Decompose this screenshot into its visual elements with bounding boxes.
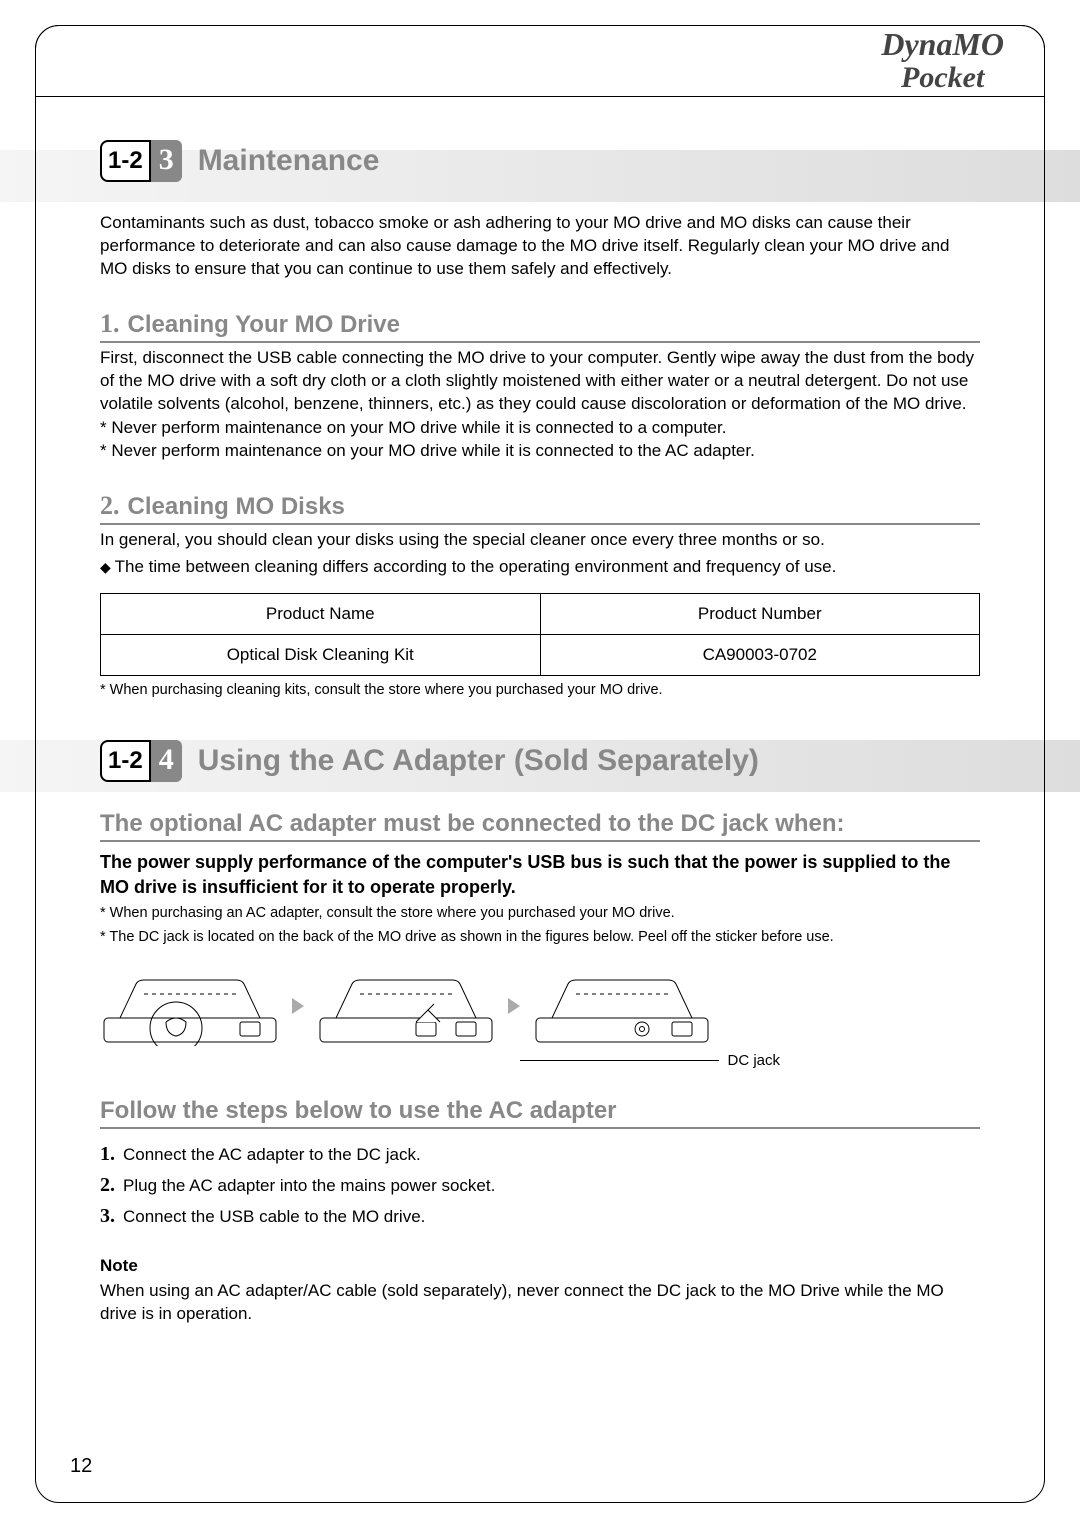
brand-name-bottom: Pocket	[881, 62, 1004, 94]
bold-paragraph: The power supply performance of the comp…	[100, 850, 980, 899]
step-item: 2. Plug the AC adapter into the mains po…	[100, 1170, 980, 1201]
subsection-title: Cleaning Your MO Drive	[128, 311, 401, 339]
subsection-number: 1.	[100, 309, 120, 339]
leader-line	[520, 1060, 719, 1061]
note-line: * Never perform maintenance on your MO d…	[100, 416, 980, 440]
subsection-heading: 1. Cleaning Your MO Drive	[100, 309, 980, 343]
table-cell: CA90003-0702	[540, 635, 980, 676]
subsection-title: Cleaning MO Disks	[128, 493, 345, 521]
step-item: 1. Connect the AC adapter to the DC jack…	[100, 1139, 980, 1170]
chapter-badge: 1-2	[100, 740, 151, 782]
step-number: 3.	[100, 1205, 115, 1228]
step-item: 3. Connect the USB cable to the MO drive…	[100, 1201, 980, 1232]
bullet-note: The time between cleaning differs accord…	[100, 556, 980, 579]
note-title: Note	[100, 1256, 980, 1276]
table-row: Optical Disk Cleaning Kit CA90003-0702	[101, 635, 980, 676]
subheading: The optional AC adapter must be connecte…	[100, 810, 980, 842]
step-number: 1.	[100, 1143, 115, 1166]
device-figure-2	[316, 966, 496, 1046]
subsection-body: First, disconnect the USB cable connecti…	[100, 347, 980, 416]
device-figure-3	[532, 966, 712, 1046]
arrow-right-icon	[292, 998, 304, 1014]
page-content: 1-2 3 Maintenance Contaminants such as d…	[100, 120, 980, 1325]
step-number: 2.	[100, 1174, 115, 1197]
step-text: Connect the USB cable to the MO drive.	[123, 1207, 425, 1227]
arrow-right-icon	[508, 998, 520, 1014]
device-diagram-row	[100, 966, 980, 1046]
section-number-badge: 4	[151, 740, 182, 782]
intro-paragraph: Contaminants such as dust, tobacco smoke…	[100, 212, 980, 281]
section-badge: 1-2 3	[100, 140, 182, 182]
brand-block: DynaMO Pocket	[881, 28, 1004, 93]
section-number-badge: 3	[151, 140, 182, 182]
dc-jack-label: DC jack	[727, 1052, 780, 1069]
brand-name-top: DynaMO	[881, 28, 1004, 62]
chapter-badge: 1-2	[100, 140, 151, 182]
device-figure-1	[100, 966, 280, 1046]
page-header: DynaMO Pocket	[35, 25, 1045, 97]
table-row: Product Name Product Number	[101, 594, 980, 635]
section-badge: 1-2 4	[100, 740, 182, 782]
table-footnote: * When purchasing cleaning kits, consult…	[100, 680, 980, 700]
subsection-number: 2.	[100, 491, 120, 521]
product-table: Product Name Product Number Optical Disk…	[100, 593, 980, 676]
table-header-cell: Product Number	[540, 594, 980, 635]
note-body: When using an AC adapter/AC cable (sold …	[100, 1280, 980, 1326]
step-text: Plug the AC adapter into the mains power…	[123, 1176, 495, 1196]
subsection-body: In general, you should clean your disks …	[100, 529, 980, 552]
dc-jack-label-row: DC jack	[520, 1052, 780, 1069]
table-header-cell: Product Name	[101, 594, 541, 635]
page-number: 12	[70, 1455, 92, 1478]
steps-list: 1. Connect the AC adapter to the DC jack…	[100, 1139, 980, 1232]
note-line: * Never perform maintenance on your MO d…	[100, 439, 980, 463]
section-header: 1-2 3 Maintenance	[100, 140, 980, 182]
subheading: Follow the steps below to use the AC ada…	[100, 1097, 980, 1129]
section-header: 1-2 4 Using the AC Adapter (Sold Separat…	[100, 740, 980, 782]
footnote-line: * When purchasing an AC adapter, consult…	[100, 903, 980, 923]
footnote-line: * The DC jack is located on the back of …	[100, 927, 980, 947]
section-title: Using the AC Adapter (Sold Separately)	[198, 744, 759, 778]
step-text: Connect the AC adapter to the DC jack.	[123, 1145, 421, 1165]
section-title: Maintenance	[198, 144, 380, 178]
subsection-heading: 2. Cleaning MO Disks	[100, 491, 980, 525]
table-cell: Optical Disk Cleaning Kit	[101, 635, 541, 676]
